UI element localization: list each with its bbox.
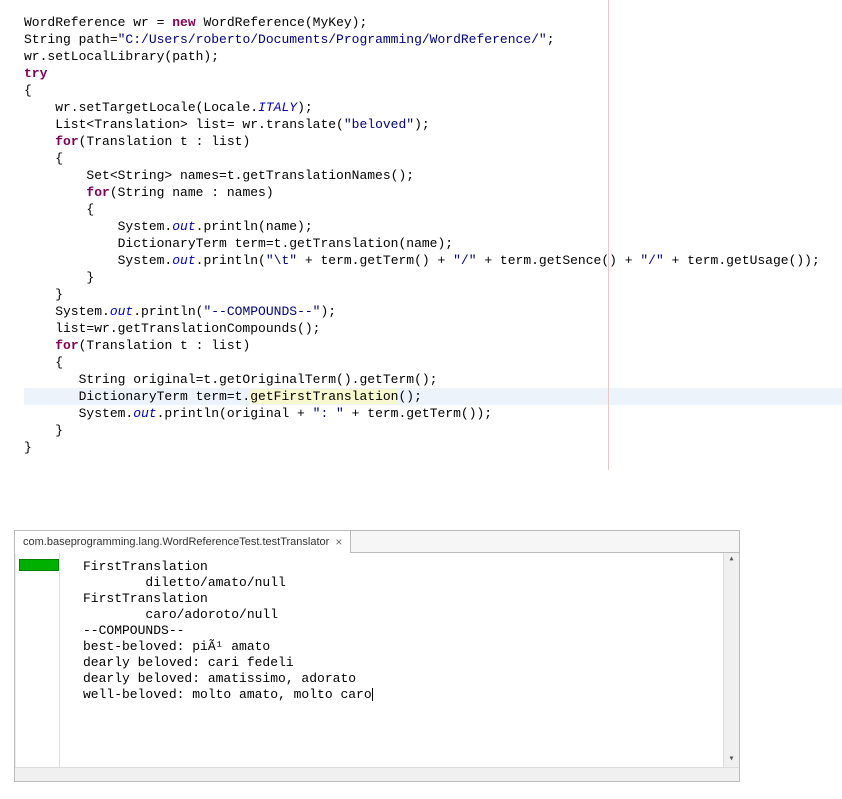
code-line: WordReference wr = new WordReference(MyK…: [24, 14, 842, 31]
code-line: {: [24, 201, 842, 218]
code-line: for(Translation t : list): [24, 133, 842, 150]
code-line: {: [24, 354, 842, 371]
code-line: {: [24, 150, 842, 167]
test-progress-column: [15, 553, 59, 767]
code-line: String path="C:/Users/roberto/Documents/…: [24, 31, 842, 48]
code-line: String original=t.getOriginalTerm().getT…: [24, 371, 842, 388]
highlighted-method: getFirstTranslation: [250, 389, 398, 404]
code-line: System.out.println("--COMPOUNDS--");: [24, 303, 842, 320]
code-line: list=wr.getTranslationCompounds();: [24, 320, 842, 337]
print-margin-ruler: [608, 0, 609, 470]
code-line: wr.setTargetLocale(Locale.ITALY);: [24, 99, 842, 116]
code-line: {: [24, 82, 842, 99]
code-line: }: [24, 286, 842, 303]
code-line: System.out.println(name);: [24, 218, 842, 235]
code-line: for(String name : names): [24, 184, 842, 201]
code-line: }: [24, 269, 842, 286]
close-icon[interactable]: ×: [335, 535, 342, 549]
code-line: System.out.println("\t" + term.getTerm()…: [24, 252, 842, 269]
code-line: try: [24, 65, 842, 82]
code-line: List<Translation> list= wr.translate("be…: [24, 116, 842, 133]
horizontal-scrollbar[interactable]: [15, 767, 739, 781]
code-line: for(Translation t : list): [24, 337, 842, 354]
scroll-down-arrow[interactable]: ▾: [724, 753, 739, 767]
console-tab-label: com.baseprogramming.lang.WordReferenceTe…: [23, 536, 329, 548]
code-line: Set<String> names=t.getTranslationNames(…: [24, 167, 842, 184]
console-tab-bar: com.baseprogramming.lang.WordReferenceTe…: [15, 531, 739, 553]
test-progress-bar: [19, 559, 59, 571]
code-line: wr.setLocalLibrary(path);: [24, 48, 842, 65]
console-output[interactable]: FirstTranslation diletto/amato/null Firs…: [73, 553, 723, 767]
code-editor[interactable]: WordReference wr = new WordReference(MyK…: [0, 0, 842, 470]
console-panel: com.baseprogramming.lang.WordReferenceTe…: [14, 530, 740, 782]
code-line-current: DictionaryTerm term=t.getFirstTranslatio…: [24, 388, 842, 405]
scroll-up-arrow[interactable]: ▴: [724, 553, 739, 567]
code-line: }: [24, 422, 842, 439]
console-tab[interactable]: com.baseprogramming.lang.WordReferenceTe…: [15, 531, 351, 553]
code-line: DictionaryTerm term=t.getTranslation(nam…: [24, 235, 842, 252]
console-body: FirstTranslation diletto/amato/null Firs…: [15, 553, 739, 767]
console-gutter: [59, 553, 73, 767]
code-line: System.out.println(original + ": " + ter…: [24, 405, 842, 422]
code-line: }: [24, 439, 842, 456]
text-cursor: [372, 688, 373, 701]
vertical-scrollbar[interactable]: ▴ ▾: [723, 553, 739, 767]
